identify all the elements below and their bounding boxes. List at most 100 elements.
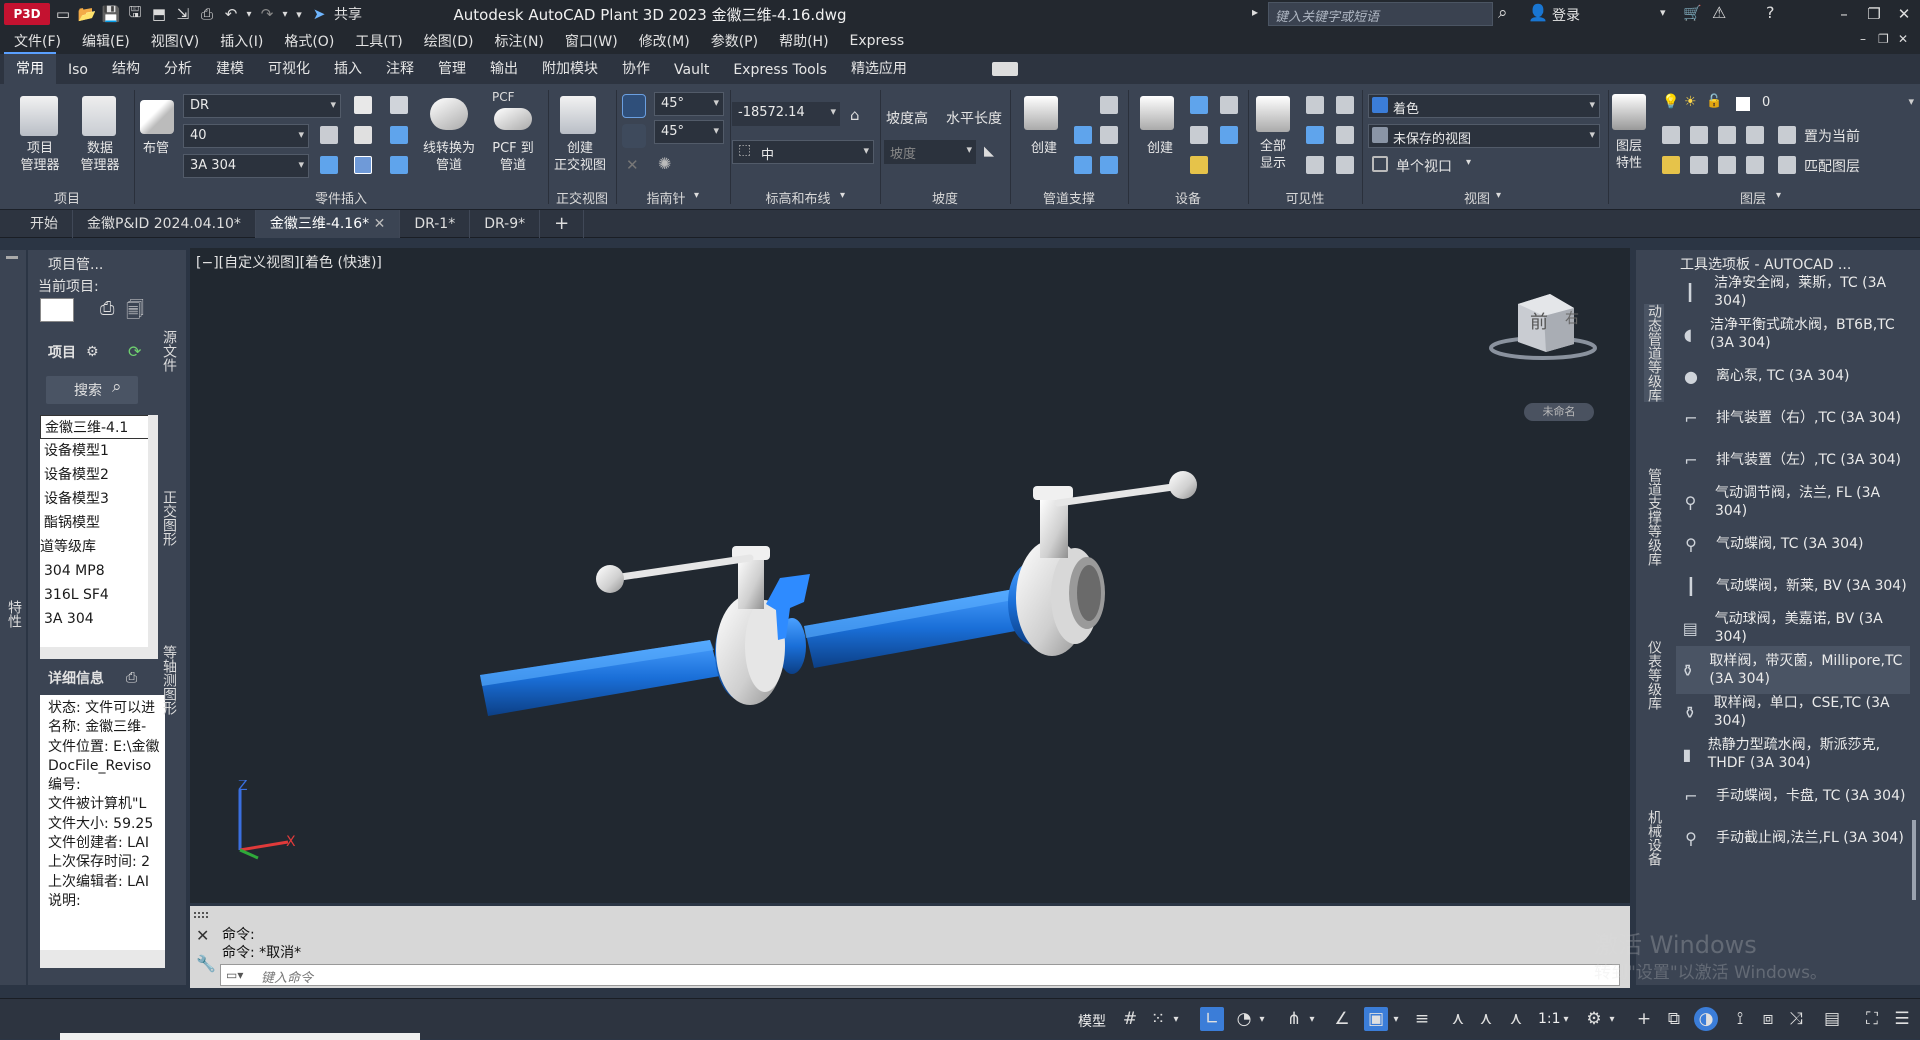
show-all-icon[interactable]	[1256, 96, 1290, 132]
center-combo[interactable]: 中	[732, 140, 874, 164]
ribbon-tab[interactable]: 常用	[4, 52, 56, 84]
pcf-to-pipe-button[interactable]: PCF 到 管道	[484, 140, 542, 174]
size-combo[interactable]: 40	[183, 124, 309, 148]
workspace-dropdown-icon[interactable]: ▾	[1606, 1007, 1618, 1031]
layer-lock-icon[interactable]: 🔓	[1706, 94, 1722, 109]
palette-tool-item[interactable]: ◖ 洁净平衡式疏水阀，BT6B,TC (3A 304)	[1676, 310, 1910, 358]
menu-item[interactable]: Express	[842, 33, 918, 49]
pipe-valve-model[interactable]	[190, 248, 1630, 903]
search-icon[interactable]: ⌕	[1498, 3, 1508, 23]
project-selector[interactable]	[40, 298, 74, 322]
equipment-create-button[interactable]: 创建	[1140, 140, 1180, 157]
tree-node[interactable]: 设备模型1	[40, 439, 153, 463]
connector-icon[interactable]	[320, 156, 338, 174]
spec-combo[interactable]: DR	[183, 94, 341, 118]
material-combo[interactable]: 3A 304	[183, 154, 309, 178]
visibility-tool1-icon[interactable]	[1306, 96, 1324, 114]
doc-restore-icon[interactable]: ❐	[1878, 32, 1889, 46]
support-tool2-icon[interactable]	[1074, 126, 1092, 144]
routing-icon[interactable]	[140, 100, 174, 134]
compass-settings-icon[interactable]: ✺	[658, 154, 671, 173]
line-to-pipe-icon[interactable]	[430, 98, 468, 130]
command-grip-icon[interactable]	[194, 912, 208, 918]
set-current-icon[interactable]	[1778, 126, 1796, 144]
plant-tool1-icon[interactable]: ⟟	[1728, 1007, 1752, 1031]
layer-tool8-icon[interactable]	[1746, 156, 1764, 174]
properties-tab[interactable]: 特性	[4, 600, 24, 628]
menu-item[interactable]: 参数(P)	[703, 31, 771, 51]
panel-title-elevation[interactable]: 标高和布线	[730, 188, 866, 207]
menu-item[interactable]: 工具(T)	[347, 31, 415, 51]
horizontal-length-label[interactable]: 水平长度	[946, 108, 1002, 128]
ribbon-tab[interactable]: 分析	[152, 54, 204, 84]
visibility-tool3-icon[interactable]	[1306, 126, 1324, 144]
tree-hscroll[interactable]	[40, 647, 158, 659]
visibility-tool5-icon[interactable]	[1306, 156, 1324, 174]
palette-tool-item[interactable]: ▤ 气动球阀，美嘉诺, BV (3A 304)	[1676, 604, 1910, 652]
menu-item[interactable]: 标注(N)	[487, 31, 557, 51]
palette-tool-item[interactable]: ⌐ 排气装置（左）,TC (3A 304)	[1676, 436, 1910, 484]
tree-node[interactable]: 酯锅模型	[40, 511, 153, 535]
menu-item[interactable]: 格式(O)	[276, 31, 347, 51]
tree-node[interactable]: 304 MP8	[40, 559, 153, 583]
help-search-input[interactable]: 键入关键字或短语	[1268, 2, 1493, 26]
close-icon[interactable]: ✕	[1890, 2, 1918, 26]
ortho-icon[interactable]: ∟	[1200, 1007, 1224, 1031]
scale-dropdown-icon[interactable]: ▾	[1560, 1007, 1572, 1031]
palette-tab-mechanical[interactable]: 机械设备	[1644, 810, 1664, 866]
palette-tool-item[interactable]: ⌐ 排气装置（右）,TC (3A 304)	[1676, 394, 1910, 442]
help-icon[interactable]: ?	[1766, 3, 1775, 22]
layer-tool7-icon[interactable]	[1718, 156, 1736, 174]
palette-tool-item[interactable]: ⚲ 气动调节阀，法兰, FL (3A 304)	[1676, 478, 1910, 526]
compass-angle2-combo[interactable]: 45°	[654, 120, 724, 144]
tag-icon[interactable]	[354, 96, 372, 114]
layer-tool2-icon[interactable]	[1690, 126, 1708, 144]
visibility-tool4-icon[interactable]	[1336, 126, 1354, 144]
data-manager-button[interactable]: 数据 管理器	[74, 140, 126, 174]
snap-icon[interactable]: ⁙	[1146, 1007, 1170, 1031]
support-tool3-icon[interactable]	[1100, 126, 1118, 144]
menu-item[interactable]: 编辑(E)	[74, 31, 143, 51]
plant-tool3-icon[interactable]: ⤨	[1784, 1007, 1808, 1031]
project-search-label[interactable]: 搜索	[74, 380, 102, 400]
panel-title-layer[interactable]: 图层	[1608, 188, 1898, 207]
palette-tool-item[interactable]: ┃ 洁净安全阀，莱斯，TC (3A 304)	[1676, 268, 1910, 316]
pcf-to-pipe-icon[interactable]	[494, 108, 532, 130]
saved-view-combo[interactable]: 未保存的视图	[1368, 124, 1600, 148]
tree-scrollbar[interactable]	[148, 415, 158, 647]
customize-status-icon[interactable]: ☰	[1890, 1007, 1914, 1031]
layer-tool1-icon[interactable]	[1662, 126, 1680, 144]
show-all-button[interactable]: 全部 显示	[1250, 138, 1296, 172]
copy-project-icon[interactable]: 🗐	[126, 298, 144, 328]
match-layer-button[interactable]: 匹配图层	[1804, 156, 1860, 176]
side-tab-ortho[interactable]: 正交图形	[159, 490, 179, 546]
details-tool-icon[interactable]: ⎙	[126, 670, 137, 686]
palette-scrollbar[interactable]	[1912, 820, 1916, 900]
single-viewport-button[interactable]: 单个视口	[1396, 156, 1452, 176]
match-layer-icon[interactable]	[1778, 156, 1796, 174]
document-tab[interactable]: 金徽三维-4.16* ✕	[255, 209, 401, 238]
command-close-icon[interactable]: ✕	[196, 926, 209, 945]
single-viewport-dropdown-icon[interactable]: ▾	[1466, 157, 1471, 168]
elbow-icon[interactable]	[354, 156, 372, 174]
equipment-tool3-icon[interactable]	[1190, 126, 1208, 144]
layer-tool5-icon[interactable]	[1662, 156, 1680, 174]
elevation-pick-icon[interactable]: ⌂	[850, 106, 860, 124]
equipment-tool5-icon[interactable]	[1190, 156, 1208, 174]
slope-elevation-label[interactable]: 坡度高	[886, 108, 928, 128]
layer-on-icon[interactable]: 💡	[1662, 94, 1679, 110]
substitute-icon[interactable]	[354, 126, 372, 144]
lineweight-icon[interactable]: ≡	[1410, 1007, 1434, 1031]
tree-node[interactable]: 设备模型3	[40, 487, 153, 511]
workspace-gear-icon[interactable]: ⚙	[1582, 1007, 1606, 1031]
visual-style-combo[interactable]: 着色	[1368, 94, 1600, 118]
equipment-tool1-icon[interactable]	[1190, 96, 1208, 114]
panel-title-compass[interactable]: 指南针	[616, 188, 716, 207]
tree-node[interactable]: 316L SF4	[40, 583, 153, 607]
tree-node[interactable]: 道等级库	[40, 535, 153, 559]
details-hscroll[interactable]	[40, 950, 165, 968]
create-ortho-icon[interactable]	[560, 96, 596, 134]
project-manager-button[interactable]: 项目 管理器	[14, 140, 66, 174]
menu-item[interactable]: 绘图(D)	[416, 31, 487, 51]
doc-minimize-icon[interactable]: –	[1860, 32, 1866, 46]
